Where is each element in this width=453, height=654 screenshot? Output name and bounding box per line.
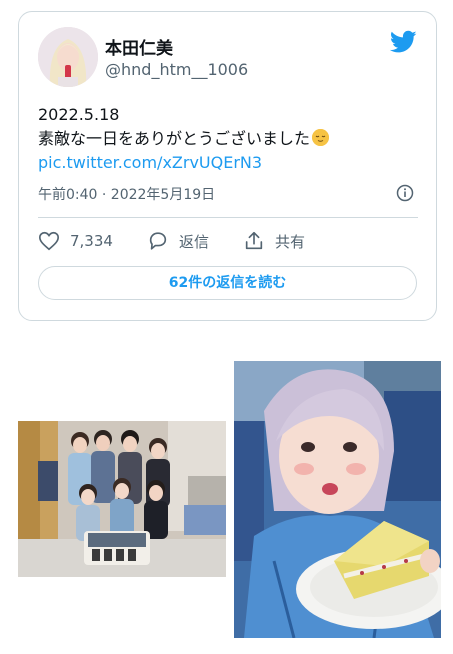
heart-icon — [39, 231, 59, 251]
divider — [38, 217, 418, 218]
share-label: 共有 — [275, 232, 306, 251]
relieved-face-emoji — [312, 129, 330, 146]
tweet-body-text: 素敵な一日をありがとうございました — [38, 129, 311, 148]
twitter-bird-icon[interactable] — [390, 30, 417, 54]
display-name[interactable]: 本田仁美 — [105, 34, 173, 59]
avatar[interactable] — [38, 27, 98, 87]
tweet-text: 2022.5.18 素敵な一日をありがとうございました pic.twitter.… — [38, 103, 330, 175]
share-button[interactable]: 共有 — [243, 230, 305, 252]
group-photo[interactable] — [18, 421, 226, 577]
tweet-media-link[interactable]: pic.twitter.com/xZrvUQErN3 — [38, 151, 329, 175]
info-icon[interactable] — [396, 184, 414, 202]
like-count: 7,334 — [70, 232, 113, 250]
embedded-tweet-card[interactable]: 本田仁美 @hnd_htm__1006 2022.5.18 素敵な一日をありがと… — [18, 11, 437, 321]
tweet-date-line: 2022.5.18 — [38, 105, 120, 124]
reply-button[interactable]: 返信 — [147, 230, 209, 252]
share-icon — [245, 231, 263, 250]
read-replies-button[interactable]: 62件の返信を読む — [38, 266, 417, 300]
user-handle[interactable]: @hnd_htm__1006 — [105, 60, 248, 79]
selfie-photo[interactable] — [234, 361, 441, 638]
tweet-body-line: 素敵な一日をありがとうございました — [38, 127, 330, 151]
reply-bubble-icon — [149, 232, 167, 250]
like-button[interactable]: 7,334 — [38, 230, 113, 252]
reply-label: 返信 — [179, 232, 210, 251]
tweet-timestamp[interactable]: 午前0:40 · 2022年5月19日 — [38, 184, 215, 204]
